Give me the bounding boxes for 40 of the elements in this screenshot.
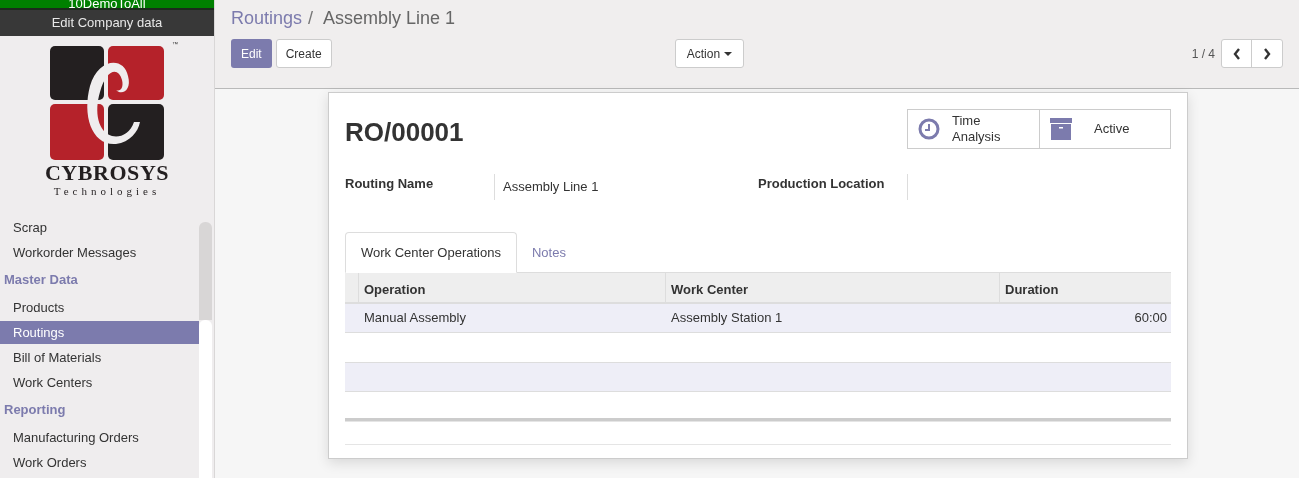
menu-item[interactable]: Work Orders: [0, 451, 199, 474]
column-header: Duration: [1004, 281, 1060, 299]
table-cell-text: 60:00: [1133, 309, 1168, 328]
clock-icon: [918, 118, 940, 140]
menu-item[interactable]: Routings: [0, 321, 199, 344]
menu-item[interactable]: Bill of Materials: [0, 346, 199, 369]
field-label: Production Location: [758, 175, 886, 193]
action-dropdown[interactable]: Action: [674, 39, 745, 68]
field-value: Assembly Line 1: [494, 174, 599, 200]
menu-item[interactable]: Manufacturing Orders: [0, 426, 199, 449]
menu-item[interactable]: Products: [0, 296, 199, 319]
active-toggle-button[interactable]: Active: [1039, 110, 1170, 148]
menu-item[interactable]: Scrap: [0, 216, 199, 239]
column-header: Work Center: [666, 273, 1000, 302]
edit-button[interactable]: Edit: [231, 39, 272, 68]
menu-section-title: Master Data: [3, 271, 79, 289]
menu-item[interactable]: Work Centers: [0, 371, 199, 394]
breadcrumb-current: Assembly Line 1: [323, 7, 456, 30]
breadcrumb-separator: /: [308, 7, 314, 30]
column-header: Operation: [359, 273, 666, 302]
menu-section-title: Reporting: [3, 401, 67, 419]
logo-tagline: Technologies: [53, 185, 161, 198]
table-cell-text: Assembly Station 1: [670, 309, 784, 328]
caret-icon: [724, 51, 733, 56]
logo-name: CYBROSYS: [44, 161, 170, 185]
record-reference: RO/00001: [345, 116, 464, 149]
breadcrumb-link[interactable]: Routings: [231, 5, 303, 32]
archive-box-icon: [1050, 118, 1072, 140]
pager-counter: 1 / 4: [1191, 45, 1215, 63]
chevron-left-icon: [1232, 47, 1241, 60]
create-button[interactable]: Create: [275, 39, 332, 68]
scrollbar-thumb[interactable]: [199, 320, 212, 478]
notebook-tab[interactable]: Work Center Operations: [345, 232, 517, 273]
notebook-tab[interactable]: Notes: [516, 232, 581, 273]
chevron-right-icon: [1263, 47, 1271, 60]
menu-item[interactable]: Workorder Messages: [0, 241, 199, 264]
field-label: Routing Name: [345, 175, 435, 193]
time-analysis-button[interactable]: Time Analysis: [908, 110, 1039, 148]
table-cell-text: Manual Assembly: [363, 309, 467, 328]
edit-company-button[interactable]: Edit Company data: [0, 10, 214, 36]
